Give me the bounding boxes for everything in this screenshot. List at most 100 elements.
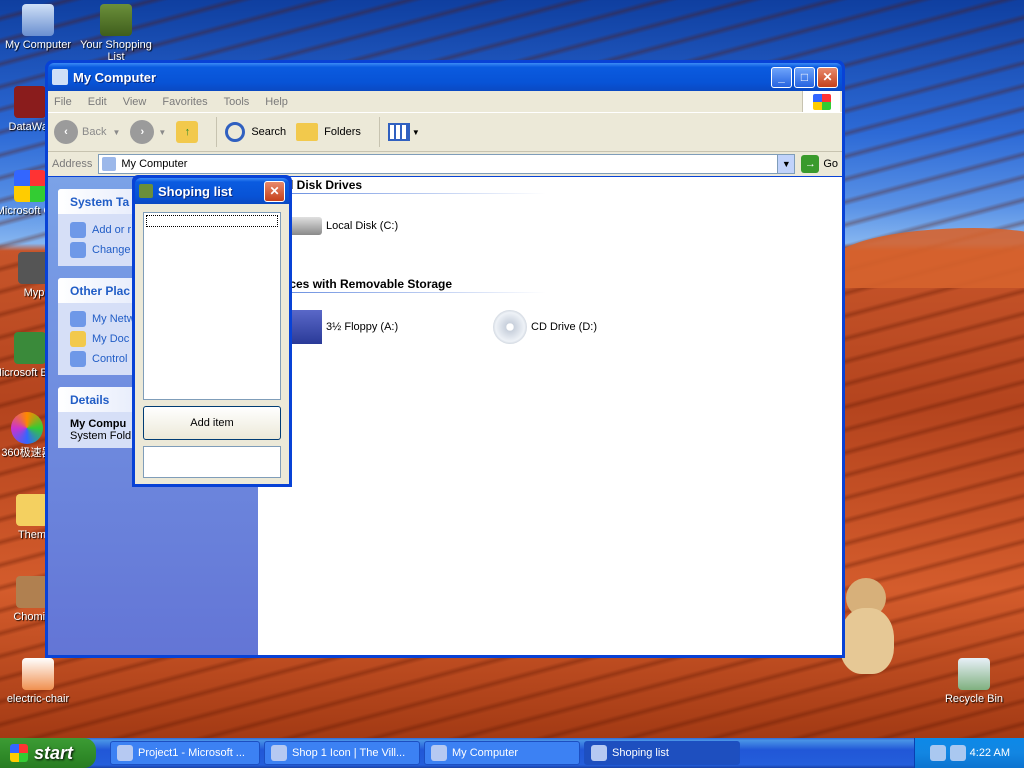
menu-bar: File Edit View Favorites Tools Help [48,91,842,112]
browser-icon [11,412,43,444]
menu-view[interactable]: View [123,96,147,108]
toolbar-separator [216,117,218,147]
hamster-pet-icon[interactable] [836,578,898,678]
window-title: My Computer [73,69,157,85]
back-arrow-icon: ‹ [54,120,78,144]
shopping-list-window[interactable]: Shoping list ✕ Add item [132,175,292,487]
add-item-button[interactable]: Add item [143,406,281,440]
taskbar: start Project1 - Microsoft ... Shop 1 Ic… [0,738,1024,768]
sand-dune [830,228,1024,288]
clock[interactable]: 4:22 AM [970,747,1010,759]
hamster-icon [16,576,48,608]
windows-logo-icon [10,744,28,762]
search-icon [225,122,246,142]
chevron-down-icon: ▼ [158,127,167,137]
shop-icon [100,4,132,36]
search-button[interactable]: Search [225,122,286,142]
folders-icon [296,123,319,141]
menu-tools[interactable]: Tools [224,96,250,108]
address-label: Address [52,158,93,170]
windows-logo-icon [802,91,840,112]
item-text-input[interactable] [143,446,281,478]
group-divider [286,292,546,293]
control-panel-icon [70,351,86,367]
image-file-icon [22,658,54,690]
close-icon: ✕ [822,70,833,84]
task-my-computer[interactable]: My Computer [424,741,580,765]
folder-icon [16,494,48,526]
menu-favorites[interactable]: Favorites [162,96,207,108]
list-focus-row [146,215,278,227]
floppy-icon [288,310,322,344]
minimize-button[interactable]: _ [771,66,792,88]
computer-icon [52,69,68,85]
toolbar-separator [378,117,380,147]
documents-icon [70,331,86,347]
address-input[interactable]: My Computer ▼ [98,154,796,174]
task-shoping-list[interactable]: Shoping list [584,741,740,765]
group-hard-disks-header: d Disk Drives [286,178,363,192]
computer-icon [431,745,447,761]
close-button[interactable]: ✕ [817,66,838,88]
menu-edit[interactable]: Edit [88,96,107,108]
address-dropdown-button[interactable]: ▼ [777,155,795,173]
shop-icon [139,184,153,198]
address-bar: Address My Computer ▼ → Go [48,152,842,176]
drive-floppy-a[interactable]: 3½ Floppy (A:) [288,310,398,344]
up-folder-button[interactable]: ↑ [176,121,199,143]
views-button[interactable]: ▼ [387,123,420,141]
cd-drive-icon [493,310,527,344]
forward-button[interactable]: › ▼ [130,120,166,144]
up-folder-icon: ↑ [176,121,199,143]
window-titlebar[interactable]: My Computer _ □ ✕ [48,63,842,91]
shop-body: Add item [135,204,289,484]
shop-window-title: Shoping list [158,183,233,199]
drive-local-disk-c[interactable]: Local Disk (C:) [288,217,398,235]
vb-app-icon [117,745,133,761]
programs-icon [70,222,86,238]
desktop-icon-shopping-list[interactable]: Your Shopping List [78,4,154,62]
tray-app-icon[interactable] [929,745,946,761]
desktop-icon-electric-chair[interactable]: electric-chair [0,658,76,705]
go-arrow-icon: → [801,155,820,173]
desktop-icon-recycle-bin[interactable]: Recycle Bin [936,658,1012,705]
file-view: d Disk Drives Local Disk (C:) ices with … [258,177,842,655]
hard-disk-icon [288,217,322,235]
start-button[interactable]: start [0,738,96,768]
address-value: My Computer [121,158,188,170]
chevron-down-icon: ▼ [411,127,420,137]
drive-cd-d[interactable]: CD Drive (D:) [493,310,597,344]
go-button[interactable]: → Go [801,155,838,173]
system-tray: 4:22 AM [914,738,1024,768]
forward-arrow-icon: › [130,120,155,144]
visual-cpp-icon [14,170,46,202]
desktop: My Computer Your Shopping List DataWar M… [0,0,1024,738]
computer-icon [102,157,117,171]
tray-refresh-icon[interactable] [949,745,966,761]
settings-icon [70,242,86,258]
maximize-button[interactable]: □ [794,66,815,88]
maximize-icon: □ [800,70,809,84]
network-icon [70,311,86,327]
browser-icon [271,745,287,761]
folders-button[interactable]: Folders [296,123,361,141]
close-icon: ✕ [269,184,280,198]
chevron-down-icon: ▼ [781,159,791,169]
group-divider [286,193,546,194]
recycle-bin-icon [958,658,990,690]
desktop-icon-my-computer[interactable]: My Computer [0,4,76,51]
task-shop-icon-browser[interactable]: Shop 1 Icon | The Vill... [264,741,420,765]
shopping-items-list[interactable] [143,212,281,400]
chevron-down-icon: ▼ [112,127,121,137]
menu-help[interactable]: Help [265,96,288,108]
shop-close-button[interactable]: ✕ [264,180,285,202]
group-removable-header: ices with Removable Storage [286,277,453,291]
menu-file[interactable]: File [54,96,72,108]
toolbar: ‹ Back ▼ › ▼ ↑ Search Folders ▼ [48,112,842,152]
shop-titlebar[interactable]: Shoping list ✕ [135,178,289,204]
shop-icon [591,745,607,761]
shortcut-icon [14,86,46,118]
task-project1[interactable]: Project1 - Microsoft ... [110,741,260,765]
views-icon [387,123,410,141]
back-button[interactable]: ‹ Back ▼ [54,120,120,144]
